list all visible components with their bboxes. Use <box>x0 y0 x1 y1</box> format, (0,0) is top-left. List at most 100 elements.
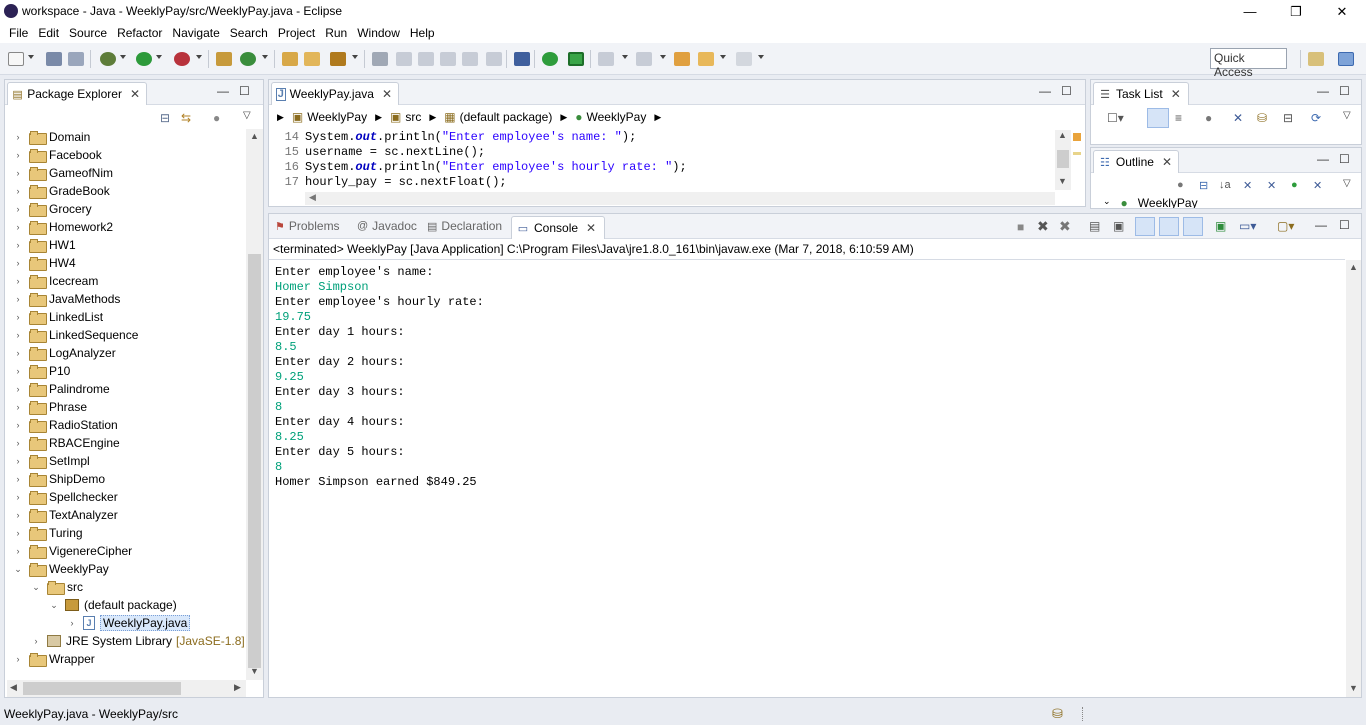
focus-icon[interactable]: ● <box>213 111 220 125</box>
minimize-button[interactable]: — <box>1227 0 1273 23</box>
chevron-right-icon[interactable]: › <box>13 366 23 376</box>
menu-navigate[interactable]: Navigate <box>167 26 224 40</box>
display-selected-console-icon[interactable]: ▣ <box>1215 219 1226 233</box>
new-icon[interactable] <box>8 52 24 66</box>
hide-non-public-icon[interactable]: ● <box>1291 179 1298 191</box>
back-dropdown-icon[interactable] <box>720 55 726 59</box>
chevron-right-icon[interactable]: › <box>67 618 77 628</box>
chevron-right-icon[interactable]: › <box>13 222 23 232</box>
save-icon[interactable] <box>46 52 62 66</box>
tab-outline[interactable]: ☷ Outline ✕ <box>1093 150 1179 173</box>
open-type-icon[interactable] <box>282 52 298 66</box>
hide-static-icon[interactable]: ✕ <box>1267 179 1276 192</box>
remove-all-terminated-icon[interactable]: ✖ <box>1059 218 1071 235</box>
new-class-dropdown-icon[interactable] <box>262 55 268 59</box>
chevron-right-icon[interactable]: › <box>13 456 23 466</box>
last-edit-location-icon[interactable] <box>674 52 690 66</box>
new-task-icon[interactable]: ☐▾ <box>1107 111 1124 125</box>
chevron-right-icon[interactable]: › <box>13 654 23 664</box>
collapse-all-icon[interactable]: ⊟ <box>160 111 170 125</box>
chevron-right-icon[interactable]: › <box>13 492 23 502</box>
status-bar-icon[interactable]: ⛁ <box>1052 706 1063 722</box>
run-icon[interactable] <box>136 52 152 66</box>
tab-package-explorer[interactable]: ▤ Package Explorer ✕ <box>7 82 147 105</box>
search-dropdown-icon[interactable] <box>352 55 358 59</box>
external-tools-icon[interactable] <box>174 52 190 66</box>
save-all-icon[interactable] <box>68 52 84 66</box>
maximize-view-icon[interactable]: ☐ <box>1339 84 1350 98</box>
tab-declaration[interactable]: ▤ Declaration <box>427 219 502 233</box>
terminate-icon[interactable]: ■ <box>1017 220 1024 234</box>
hide-local-types-icon[interactable]: ✕ <box>1313 179 1322 192</box>
tree-item-project[interactable]: ⌄ WeeklyPay <box>13 560 109 578</box>
open-perspective-icon[interactable] <box>1308 52 1324 66</box>
resume-icon[interactable] <box>542 52 558 66</box>
toggle-breadcrumb-icon[interactable] <box>372 52 388 66</box>
tree-item-project[interactable]: › LogAnalyzer <box>13 344 116 362</box>
view-menu-icon[interactable]: ▽ <box>1343 178 1351 189</box>
chevron-right-icon[interactable]: › <box>13 528 23 538</box>
tree-item-project[interactable]: › Spellchecker <box>13 488 118 506</box>
breadcrumb-project[interactable]: WeeklyPay <box>307 110 367 124</box>
chevron-right-icon[interactable]: › <box>13 132 23 142</box>
collapse-all-icon[interactable]: ⊟ <box>1283 111 1293 125</box>
new-java-class-icon[interactable] <box>240 52 256 66</box>
tree-item-project[interactable]: › HW1 <box>13 236 76 254</box>
word-wrap-icon[interactable] <box>440 52 456 66</box>
skip-breakpoints-icon[interactable] <box>514 52 530 66</box>
chevron-right-icon[interactable]: › <box>13 168 23 178</box>
editor-horizontal-scrollbar[interactable]: ◀ <box>305 192 1055 205</box>
tree-item-project[interactable]: › TextAnalyzer <box>13 506 118 524</box>
tree-item-project[interactable]: › Wrapper <box>13 650 95 668</box>
editor-vertical-scrollbar[interactable]: ▲ ▼ <box>1055 130 1071 190</box>
close-icon[interactable]: ✕ <box>1162 155 1172 169</box>
tree-item-project[interactable]: › Facebook <box>13 146 102 164</box>
maximize-view-icon[interactable]: ☐ <box>1061 84 1072 98</box>
quick-access-input[interactable]: Quick Access <box>1210 48 1287 79</box>
chevron-right-icon[interactable]: › <box>13 474 23 484</box>
tree-item-src[interactable]: ⌄ src <box>31 578 83 596</box>
next-annotation-dropdown-icon[interactable] <box>622 55 628 59</box>
chevron-right-icon[interactable]: › <box>13 258 23 268</box>
console-vertical-scrollbar[interactable]: ▲ ▼ <box>1346 260 1361 697</box>
hide-completed-icon[interactable]: ✕ <box>1233 111 1243 125</box>
debug-dropdown-icon[interactable] <box>120 55 126 59</box>
tree-item-project[interactable]: › LinkedSequence <box>13 326 138 344</box>
next-annotation-icon[interactable] <box>598 52 614 66</box>
forward-dropdown-icon[interactable] <box>758 55 764 59</box>
tree-item-weeklypay-java[interactable]: › J WeeklyPay.java <box>67 614 191 632</box>
menu-run[interactable]: Run <box>320 26 352 40</box>
close-icon[interactable]: ✕ <box>130 87 140 101</box>
java-perspective-icon[interactable] <box>1338 52 1354 66</box>
forward-icon[interactable] <box>736 52 752 66</box>
tree-item-project[interactable]: › Phrase <box>13 398 87 416</box>
minimize-view-icon[interactable]: — <box>1039 84 1051 98</box>
show-paragraph-icon[interactable] <box>486 52 502 66</box>
scheduled-icon[interactable]: ≡ <box>1175 111 1182 125</box>
tree-item-project[interactable]: › SetImpl <box>13 452 90 470</box>
warning-marker-icon[interactable] <box>1073 133 1081 141</box>
chevron-right-icon[interactable]: › <box>13 294 23 304</box>
chevron-right-icon[interactable]: › <box>13 204 23 214</box>
maximize-view-icon[interactable]: ☐ <box>239 84 250 98</box>
view-menu-icon[interactable]: ▽ <box>243 110 251 121</box>
menu-help[interactable]: Help <box>405 26 440 40</box>
breadcrumb-class[interactable]: WeeklyPay <box>587 110 647 124</box>
view-menu-icon[interactable]: ▽ <box>1343 110 1351 121</box>
occurrence-marker-icon[interactable] <box>1073 152 1081 155</box>
tree-item-project[interactable]: › Homework2 <box>13 218 113 236</box>
breadcrumb-package[interactable]: (default package) <box>460 110 553 124</box>
tree-item-project[interactable]: › Turing <box>13 524 83 542</box>
tree-horizontal-scrollbar[interactable]: ◀ ▶ <box>7 680 246 697</box>
tree-item-project[interactable]: › Palindrome <box>13 380 110 398</box>
toggle-block-selection-icon[interactable] <box>418 52 434 66</box>
new-console-icon[interactable]: ▢▾ <box>1277 219 1294 233</box>
minimize-view-icon[interactable]: — <box>1315 218 1327 232</box>
minimize-view-icon[interactable]: — <box>1317 84 1329 98</box>
back-icon[interactable] <box>698 52 714 66</box>
tree-item-project[interactable]: › GameofNim <box>13 164 113 182</box>
filter-icon[interactable]: ⛁ <box>1257 111 1267 125</box>
debug-icon[interactable] <box>100 52 116 66</box>
tab-weeklypay-java[interactable]: J WeeklyPay.java ✕ <box>271 82 399 105</box>
chevron-down-icon[interactable]: ⌄ <box>31 582 41 593</box>
